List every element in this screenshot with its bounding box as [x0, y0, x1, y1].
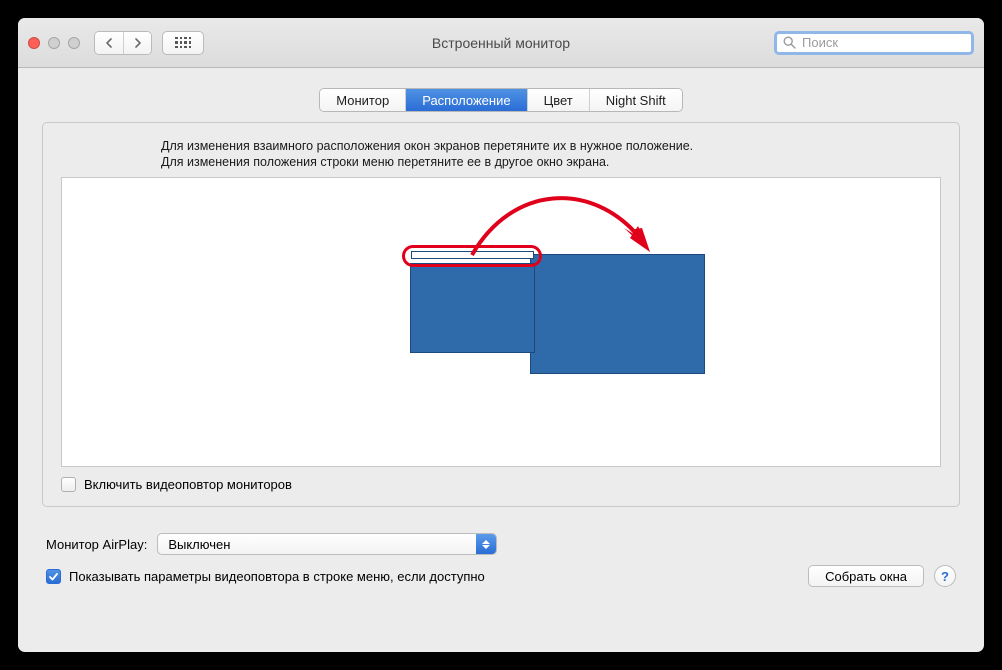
show-all-button[interactable]: [162, 31, 204, 55]
mirror-displays-row: Включить видеоповтор мониторов: [61, 477, 941, 492]
mirror-displays-checkbox[interactable]: [61, 477, 76, 492]
tab-color[interactable]: Цвет: [527, 89, 589, 111]
airplay-label: Монитор AirPlay:: [46, 537, 147, 552]
search-input[interactable]: [800, 34, 965, 51]
search-field[interactable]: [774, 31, 974, 55]
mirror-displays-label: Включить видеоповтор мониторов: [84, 477, 292, 492]
help-button[interactable]: ?: [934, 565, 956, 587]
zoom-window-button[interactable]: [68, 37, 80, 49]
preferences-window: Встроенный монитор Монитор Расположение …: [18, 18, 984, 652]
close-window-button[interactable]: [28, 37, 40, 49]
tab-night-shift[interactable]: Night Shift: [589, 89, 682, 111]
grid-icon: [175, 37, 191, 49]
menu-bar-handle[interactable]: [411, 251, 534, 259]
nav-back-button[interactable]: [95, 32, 123, 54]
search-icon: [783, 36, 796, 49]
instruction-line-2: Для изменения положения строки меню пере…: [161, 155, 941, 169]
chevron-left-icon: [105, 38, 113, 48]
nav-back-forward: [94, 31, 152, 55]
display-arrangement-area[interactable]: [61, 177, 941, 467]
bottom-row: Показывать параметры видеоповтора в стро…: [42, 565, 960, 587]
show-mirror-menu-label: Показывать параметры видеоповтора в стро…: [69, 569, 485, 584]
window-controls: [28, 37, 80, 49]
tabs: Монитор Расположение Цвет Night Shift: [319, 88, 682, 112]
tab-monitor[interactable]: Монитор: [320, 89, 405, 111]
preferences-body: Монитор Расположение Цвет Night Shift Дл…: [18, 68, 984, 603]
chevron-right-icon: [134, 38, 142, 48]
display-secondary[interactable]: [530, 254, 705, 374]
airplay-dropdown[interactable]: Выключен: [157, 533, 497, 555]
airplay-row: Монитор AirPlay: Выключен: [42, 533, 960, 555]
nav-forward-button[interactable]: [123, 32, 151, 54]
display-primary[interactable]: [410, 263, 535, 353]
arrangement-panel: Для изменения взаимного расположения око…: [42, 122, 960, 507]
stepper-arrows-icon: [476, 534, 496, 554]
gather-windows-button[interactable]: Собрать окна: [808, 565, 924, 587]
instruction-line-1: Для изменения взаимного расположения око…: [161, 139, 941, 153]
minimize-window-button[interactable]: [48, 37, 60, 49]
titlebar: Встроенный монитор: [18, 18, 984, 68]
airplay-dropdown-value: Выключен: [168, 537, 230, 552]
show-mirror-menu-checkbox[interactable]: [46, 569, 61, 584]
show-mirror-menu-row: Показывать параметры видеоповтора в стро…: [46, 569, 485, 584]
tab-arrangement[interactable]: Расположение: [405, 89, 526, 111]
